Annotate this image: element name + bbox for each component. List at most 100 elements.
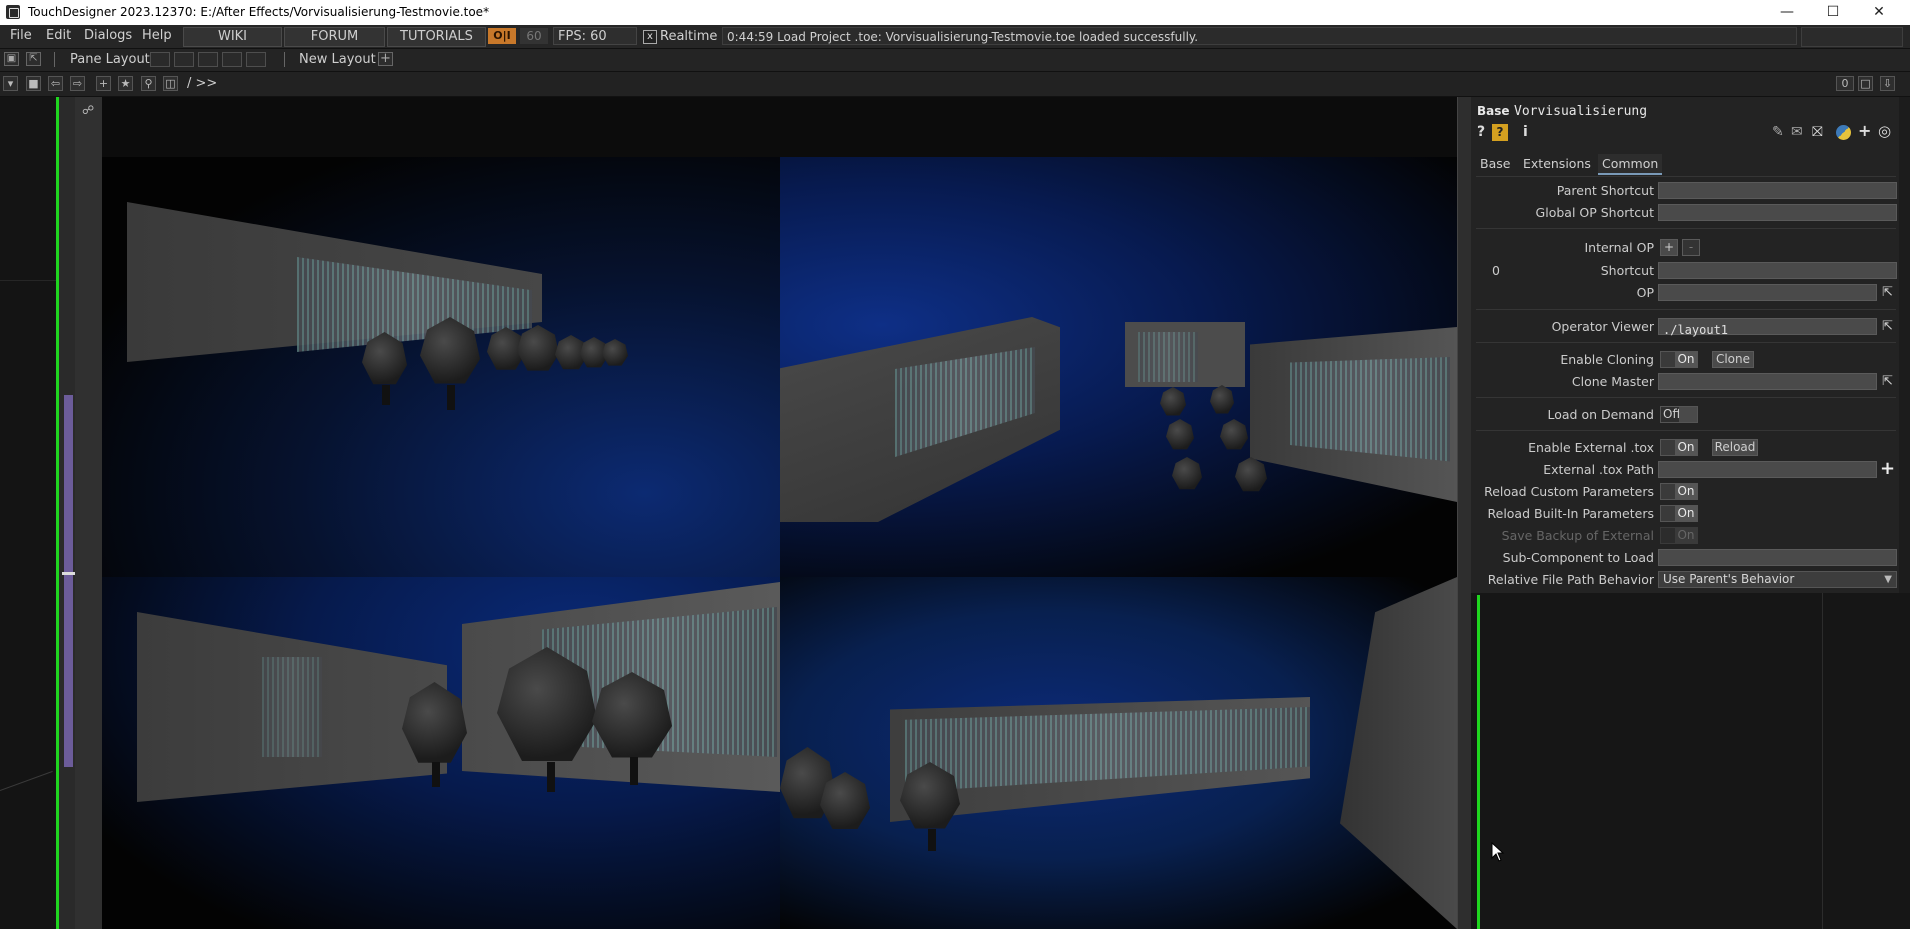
menu-dialogs[interactable]: Dialogs bbox=[84, 28, 132, 43]
python-help-icon[interactable]: ? bbox=[1492, 124, 1508, 141]
dropdown-icon[interactable]: ▾ bbox=[3, 76, 18, 91]
save-backup-label: Save Backup of External bbox=[1501, 528, 1654, 543]
parameter-scrollbar[interactable] bbox=[1899, 97, 1910, 593]
tree-trunk bbox=[928, 829, 936, 851]
op-field[interactable] bbox=[1658, 284, 1877, 301]
forward-icon[interactable]: ⇨ bbox=[70, 76, 85, 91]
reload-builtin-label: Reload Built-In Parameters bbox=[1487, 506, 1655, 521]
relative-path-dropdown[interactable]: Use Parent's Behavior ▼ bbox=[1658, 571, 1897, 588]
shortcut-label: Shortcut bbox=[1600, 263, 1654, 278]
sub-component-field[interactable] bbox=[1658, 549, 1897, 566]
reload-builtin-toggle[interactable]: On bbox=[1660, 505, 1698, 522]
tree-trunk bbox=[547, 762, 555, 792]
external-tox-path-label: External .tox Path bbox=[1543, 462, 1654, 477]
minimize-button[interactable]: — bbox=[1764, 0, 1810, 25]
home-icon[interactable]: + bbox=[96, 76, 111, 91]
reload-button[interactable]: Reload bbox=[1712, 439, 1758, 456]
shortcut-field[interactable] bbox=[1658, 262, 1897, 279]
search-icon[interactable]: ⚲ bbox=[141, 76, 156, 91]
stop-icon[interactable]: ■ bbox=[26, 76, 41, 91]
operator-viewer-picker-icon[interactable]: ⇱ bbox=[1879, 318, 1896, 335]
operator-type: Base bbox=[1477, 104, 1510, 118]
perform-mode-button[interactable]: O|I bbox=[488, 28, 516, 44]
op-picker-icon[interactable]: ⇱ bbox=[1879, 284, 1896, 301]
search-box[interactable] bbox=[1801, 27, 1903, 47]
viewport-bottom-right bbox=[780, 577, 1457, 929]
relative-path-label: Relative File Path Behavior bbox=[1487, 572, 1654, 587]
enable-external-tox-row: Enable External .tox bbox=[1476, 440, 1654, 458]
tree-trunk bbox=[382, 385, 390, 405]
menu-help[interactable]: Help bbox=[142, 28, 172, 43]
close-button[interactable]: ✕ bbox=[1856, 0, 1902, 25]
network-path[interactable]: / >> bbox=[187, 76, 217, 91]
menu-edit[interactable]: Edit bbox=[46, 28, 71, 43]
tutorials-button[interactable]: TUTORIALS bbox=[387, 27, 486, 47]
python-icon[interactable] bbox=[1836, 125, 1851, 140]
sub-component-label: Sub-Component to Load bbox=[1502, 550, 1654, 565]
clone-master-picker-icon[interactable]: ⇱ bbox=[1879, 373, 1896, 390]
internal-op-add-button[interactable]: + bbox=[1660, 239, 1678, 256]
parent-shortcut-field[interactable] bbox=[1658, 182, 1897, 199]
edit-icon[interactable]: ✎ bbox=[1772, 124, 1784, 140]
enable-cloning-toggle[interactable]: On bbox=[1660, 351, 1698, 368]
layout-split-vertical-icon[interactable] bbox=[174, 52, 194, 67]
layout-three-icon[interactable] bbox=[222, 52, 242, 67]
separator bbox=[1476, 309, 1896, 310]
forum-button[interactable]: FORUM bbox=[284, 27, 385, 47]
tree-shape bbox=[1210, 385, 1234, 414]
menu-file[interactable]: File bbox=[10, 28, 32, 43]
cook-rate-field[interactable]: 60 bbox=[520, 28, 548, 44]
pane-menu-icon[interactable]: ⇩ bbox=[1880, 76, 1895, 91]
global-op-shortcut-field[interactable] bbox=[1658, 204, 1897, 221]
help-icon[interactable]: ? bbox=[1477, 124, 1485, 140]
shortcut-row: Shortcut bbox=[1476, 263, 1654, 281]
add-icon[interactable]: + bbox=[1858, 121, 1871, 140]
wiki-button[interactable]: WIKI bbox=[183, 27, 282, 47]
menu-bar: File Edit Dialogs Help WIKI FORUM TUTORI… bbox=[0, 25, 1910, 49]
pane-icon[interactable]: ▣ bbox=[4, 52, 19, 66]
tab-base[interactable]: Base bbox=[1476, 154, 1514, 173]
internal-op-remove-button[interactable]: - bbox=[1682, 239, 1700, 256]
relative-path-row: Relative File Path Behavior bbox=[1476, 572, 1654, 590]
info-icon[interactable]: i bbox=[1523, 124, 1528, 140]
layout-single-icon[interactable] bbox=[150, 52, 170, 67]
separator bbox=[1476, 228, 1896, 229]
back-icon[interactable]: ⇦ bbox=[48, 76, 63, 91]
load-on-demand-toggle[interactable]: Off bbox=[1660, 406, 1698, 423]
pane-separator bbox=[1822, 593, 1823, 929]
tab-extensions[interactable]: Extensions bbox=[1519, 154, 1595, 173]
enable-external-tox-toggle[interactable]: On bbox=[1660, 439, 1698, 456]
reload-custom-toggle[interactable]: On bbox=[1660, 483, 1698, 500]
lock-icon[interactable]: ☍ bbox=[82, 103, 94, 117]
scroll-thumb[interactable] bbox=[64, 395, 73, 767]
pin-icon[interactable]: ⇱ bbox=[26, 52, 41, 66]
separator bbox=[54, 52, 55, 67]
add-layout-button[interactable]: + bbox=[378, 52, 393, 66]
realtime-label: Realtime bbox=[660, 29, 718, 44]
enable-cloning-value: On bbox=[1675, 352, 1697, 367]
operator-viewer[interactable] bbox=[102, 97, 1457, 929]
maximize-pane-icon[interactable]: □ bbox=[1858, 76, 1873, 91]
pane-divider[interactable] bbox=[1457, 97, 1471, 929]
realtime-checkbox[interactable]: x bbox=[643, 30, 657, 44]
bookmark-icon[interactable]: ★ bbox=[118, 76, 133, 91]
parent-shortcut-row: Parent Shortcut bbox=[1476, 183, 1654, 201]
target-icon[interactable]: ◎ bbox=[1878, 122, 1891, 140]
clone-button[interactable]: Clone bbox=[1712, 351, 1754, 368]
operator-viewer-field[interactable]: ./layout1 bbox=[1658, 318, 1877, 337]
layout-four-icon[interactable] bbox=[246, 52, 266, 67]
save-backup-value: On bbox=[1675, 528, 1697, 543]
clone-master-field[interactable] bbox=[1658, 373, 1877, 390]
tab-common[interactable]: Common bbox=[1598, 154, 1663, 175]
left-network-strip[interactable] bbox=[0, 97, 56, 929]
layout-split-horizontal-icon[interactable] bbox=[198, 52, 218, 67]
external-tox-path-field[interactable] bbox=[1658, 461, 1877, 478]
separator bbox=[1476, 397, 1896, 398]
comment-icon[interactable]: ✉ bbox=[1791, 124, 1803, 140]
lock-icon[interactable]: ⛝ bbox=[1812, 124, 1823, 140]
split-icon[interactable]: ◫ bbox=[163, 76, 178, 91]
add-file-icon[interactable]: + bbox=[1879, 460, 1896, 478]
maximize-button[interactable]: ☐ bbox=[1810, 0, 1856, 25]
operator-name[interactable]: Vorvisualisierung bbox=[1514, 104, 1647, 119]
pane-layout-label: Pane Layout bbox=[70, 52, 150, 67]
